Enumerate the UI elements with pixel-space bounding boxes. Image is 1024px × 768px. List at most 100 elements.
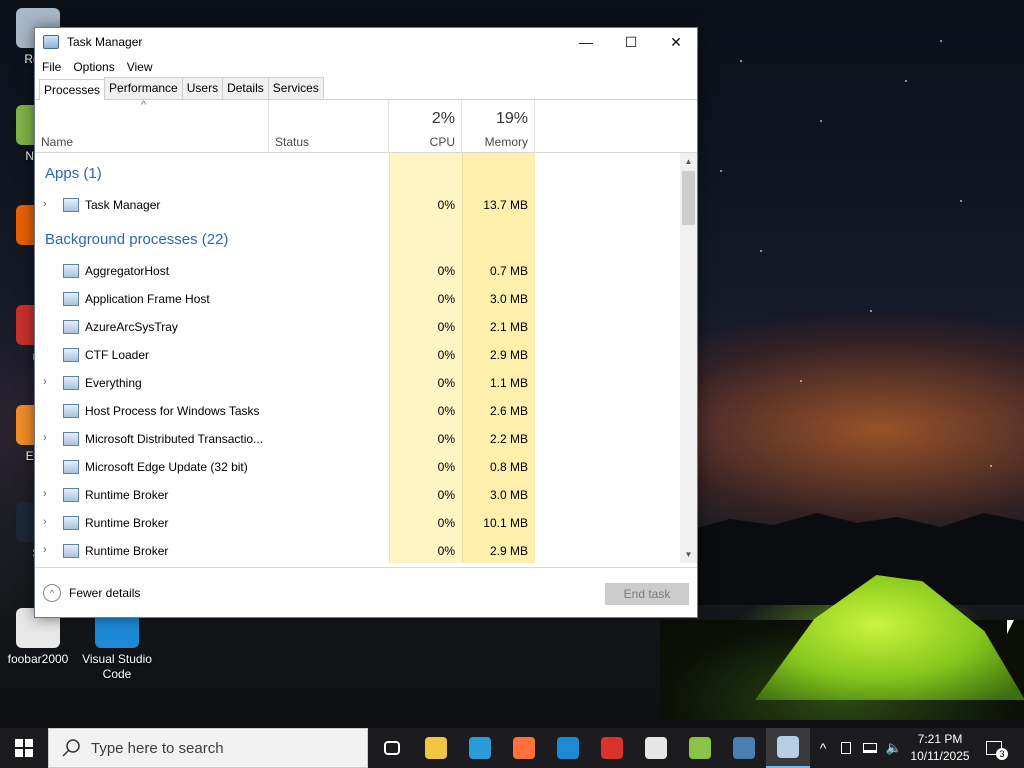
process-row[interactable]: CTF Loader 0% 2.9 MB: [35, 341, 681, 369]
taskbar-app-edge[interactable]: [458, 728, 502, 768]
taskbar-app-app-red[interactable]: [590, 728, 634, 768]
maximize-button[interactable]: ☐: [608, 28, 654, 56]
taskbar-app-file-explorer[interactable]: [414, 728, 458, 768]
process-cpu: 0%: [437, 292, 455, 306]
taskbar-clock[interactable]: 7:21 PM 10/11/2025: [900, 731, 980, 765]
expand-chevron-icon[interactable]: ›: [43, 544, 47, 556]
column-cpu-label: CPU: [429, 135, 455, 149]
azure-arc-icon: [63, 320, 79, 334]
tab-users[interactable]: Users: [181, 77, 224, 99]
window-process-icon: [63, 264, 79, 278]
memory-total-percent: 19%: [495, 110, 528, 127]
process-row[interactable]: › Runtime Broker 0% 2.9 MB: [35, 537, 681, 563]
taskbar-app-notepadpp[interactable]: [678, 728, 722, 768]
close-button[interactable]: ✕: [653, 28, 699, 56]
taskbar-search-box[interactable]: Type here to search: [48, 728, 368, 768]
process-cpu: 0%: [437, 432, 455, 446]
distributed-transaction-icon: [63, 432, 79, 446]
tray-tablet-icon[interactable]: [838, 728, 854, 768]
process-name: AzureArcSysTray: [85, 320, 178, 334]
ctf-loader-icon: [63, 348, 79, 362]
column-memory-label: Memory: [484, 135, 528, 149]
process-row[interactable]: › Runtime Broker 0% 3.0 MB: [35, 481, 681, 509]
taskbar-app-firefox[interactable]: [502, 728, 546, 768]
start-button[interactable]: [0, 728, 48, 768]
menu-bar: File Options View: [35, 56, 697, 78]
scroll-thumb[interactable]: [682, 171, 695, 225]
menu-file[interactable]: File: [37, 60, 66, 74]
process-memory: 2.6 MB: [489, 404, 528, 418]
desktop-icon-vscode[interactable]: Visual Studio Code: [79, 608, 155, 682]
taskbar-app-steam[interactable]: [722, 728, 766, 768]
process-row[interactable]: AggregatorHost 0% 0.7 MB: [35, 257, 681, 285]
mouse-cursor-icon: [1007, 620, 1014, 634]
process-cpu: 0%: [437, 544, 455, 558]
clock-time: 7:21 PM: [917, 732, 963, 746]
cpu-total-percent: 2%: [431, 110, 455, 127]
taskbar-app-calendar-app[interactable]: [634, 728, 678, 768]
process-row[interactable]: › Runtime Broker 0% 10.1 MB: [35, 509, 681, 537]
sort-up-icon: ^: [141, 99, 147, 111]
process-name: Microsoft Edge Update (32 bit): [85, 460, 248, 474]
process-cpu: 0%: [437, 264, 455, 278]
process-row[interactable]: Host Process for Windows Tasks 0% 2.6 MB: [35, 397, 681, 425]
process-row[interactable]: › Microsoft Distributed Transactio... 0% 2.…: [35, 425, 681, 453]
title-bar[interactable]: Task Manager — ☐ ✕: [35, 28, 697, 56]
window-title: Task Manager: [67, 35, 143, 49]
process-name: Runtime Broker: [85, 516, 169, 530]
task-view-icon: [384, 741, 400, 755]
process-list: Apps (1) Background processes (22) › Task…: [35, 153, 697, 563]
network-icon[interactable]: [860, 728, 880, 768]
menu-view[interactable]: View: [122, 60, 158, 74]
expand-chevron-icon[interactable]: ›: [43, 376, 47, 388]
scroll-down-icon[interactable]: ▼: [680, 546, 697, 563]
process-cpu: 0%: [437, 348, 455, 362]
scroll-up-icon[interactable]: ▲: [680, 153, 697, 170]
group-background[interactable]: Background processes (22): [45, 231, 228, 248]
task-manager-icon: [63, 198, 79, 212]
process-memory: 0.7 MB: [489, 264, 528, 278]
column-status[interactable]: Status: [269, 100, 389, 153]
minimize-button[interactable]: —: [563, 28, 609, 56]
expand-chevron-icon[interactable]: ›: [43, 516, 47, 528]
process-memory: 2.9 MB: [489, 544, 528, 558]
process-cpu: 0%: [437, 516, 455, 530]
fewer-details-button[interactable]: ^ Fewer details: [43, 584, 140, 602]
expand-chevron-icon[interactable]: ›: [43, 198, 47, 210]
tab-services[interactable]: Services: [267, 77, 324, 99]
tab-processes[interactable]: Processes: [39, 79, 106, 100]
process-row[interactable]: AzureArcSysTray 0% 2.1 MB: [35, 313, 681, 341]
notification-center-icon[interactable]: 3: [980, 728, 1008, 768]
process-row[interactable]: › Everything 0% 1.1 MB: [35, 369, 681, 397]
taskbar-app-vscode[interactable]: [546, 728, 590, 768]
column-cpu[interactable]: 2% CPU: [389, 100, 462, 153]
vertical-scrollbar[interactable]: ▲ ▼: [680, 153, 697, 563]
vscode-icon: [557, 737, 579, 759]
process-name: AggregatorHost: [85, 264, 170, 278]
process-row[interactable]: Application Frame Host 0% 3.0 MB: [35, 285, 681, 313]
expand-chevron-icon[interactable]: ›: [43, 432, 47, 444]
edge-icon: [469, 737, 491, 759]
process-memory: 0.8 MB: [489, 460, 528, 474]
tray-chevron-icon[interactable]: ^: [812, 728, 834, 768]
taskbar-app-task-manager[interactable]: [766, 728, 810, 768]
process-row[interactable]: › Task Manager 0% 13.7 MB: [35, 191, 681, 219]
tab-details[interactable]: Details: [222, 77, 269, 99]
task-manager-icon: [43, 35, 59, 49]
desktop-icon-label: Visual Studio Code: [82, 652, 152, 681]
process-memory: 3.0 MB: [489, 292, 528, 306]
windows-logo-icon: [15, 739, 33, 757]
column-memory[interactable]: 19% Memory: [462, 100, 535, 153]
process-row[interactable]: Microsoft Edge Update (32 bit) 0% 0.8 MB: [35, 453, 681, 481]
column-name[interactable]: ^ Name: [35, 99, 269, 153]
menu-options[interactable]: Options: [68, 60, 119, 74]
task-manager-window: Task Manager — ☐ ✕ File Options View Pro…: [34, 27, 698, 618]
expand-chevron-icon[interactable]: ›: [43, 488, 47, 500]
process-name: Runtime Broker: [85, 544, 169, 558]
end-task-button[interactable]: End task: [605, 583, 689, 605]
process-memory: 10.1 MB: [483, 516, 528, 530]
tab-performance[interactable]: Performance: [104, 77, 183, 99]
group-apps[interactable]: Apps (1): [45, 165, 102, 182]
taskbar-app-task-view[interactable]: [370, 728, 414, 768]
window-process-icon: [63, 516, 79, 530]
